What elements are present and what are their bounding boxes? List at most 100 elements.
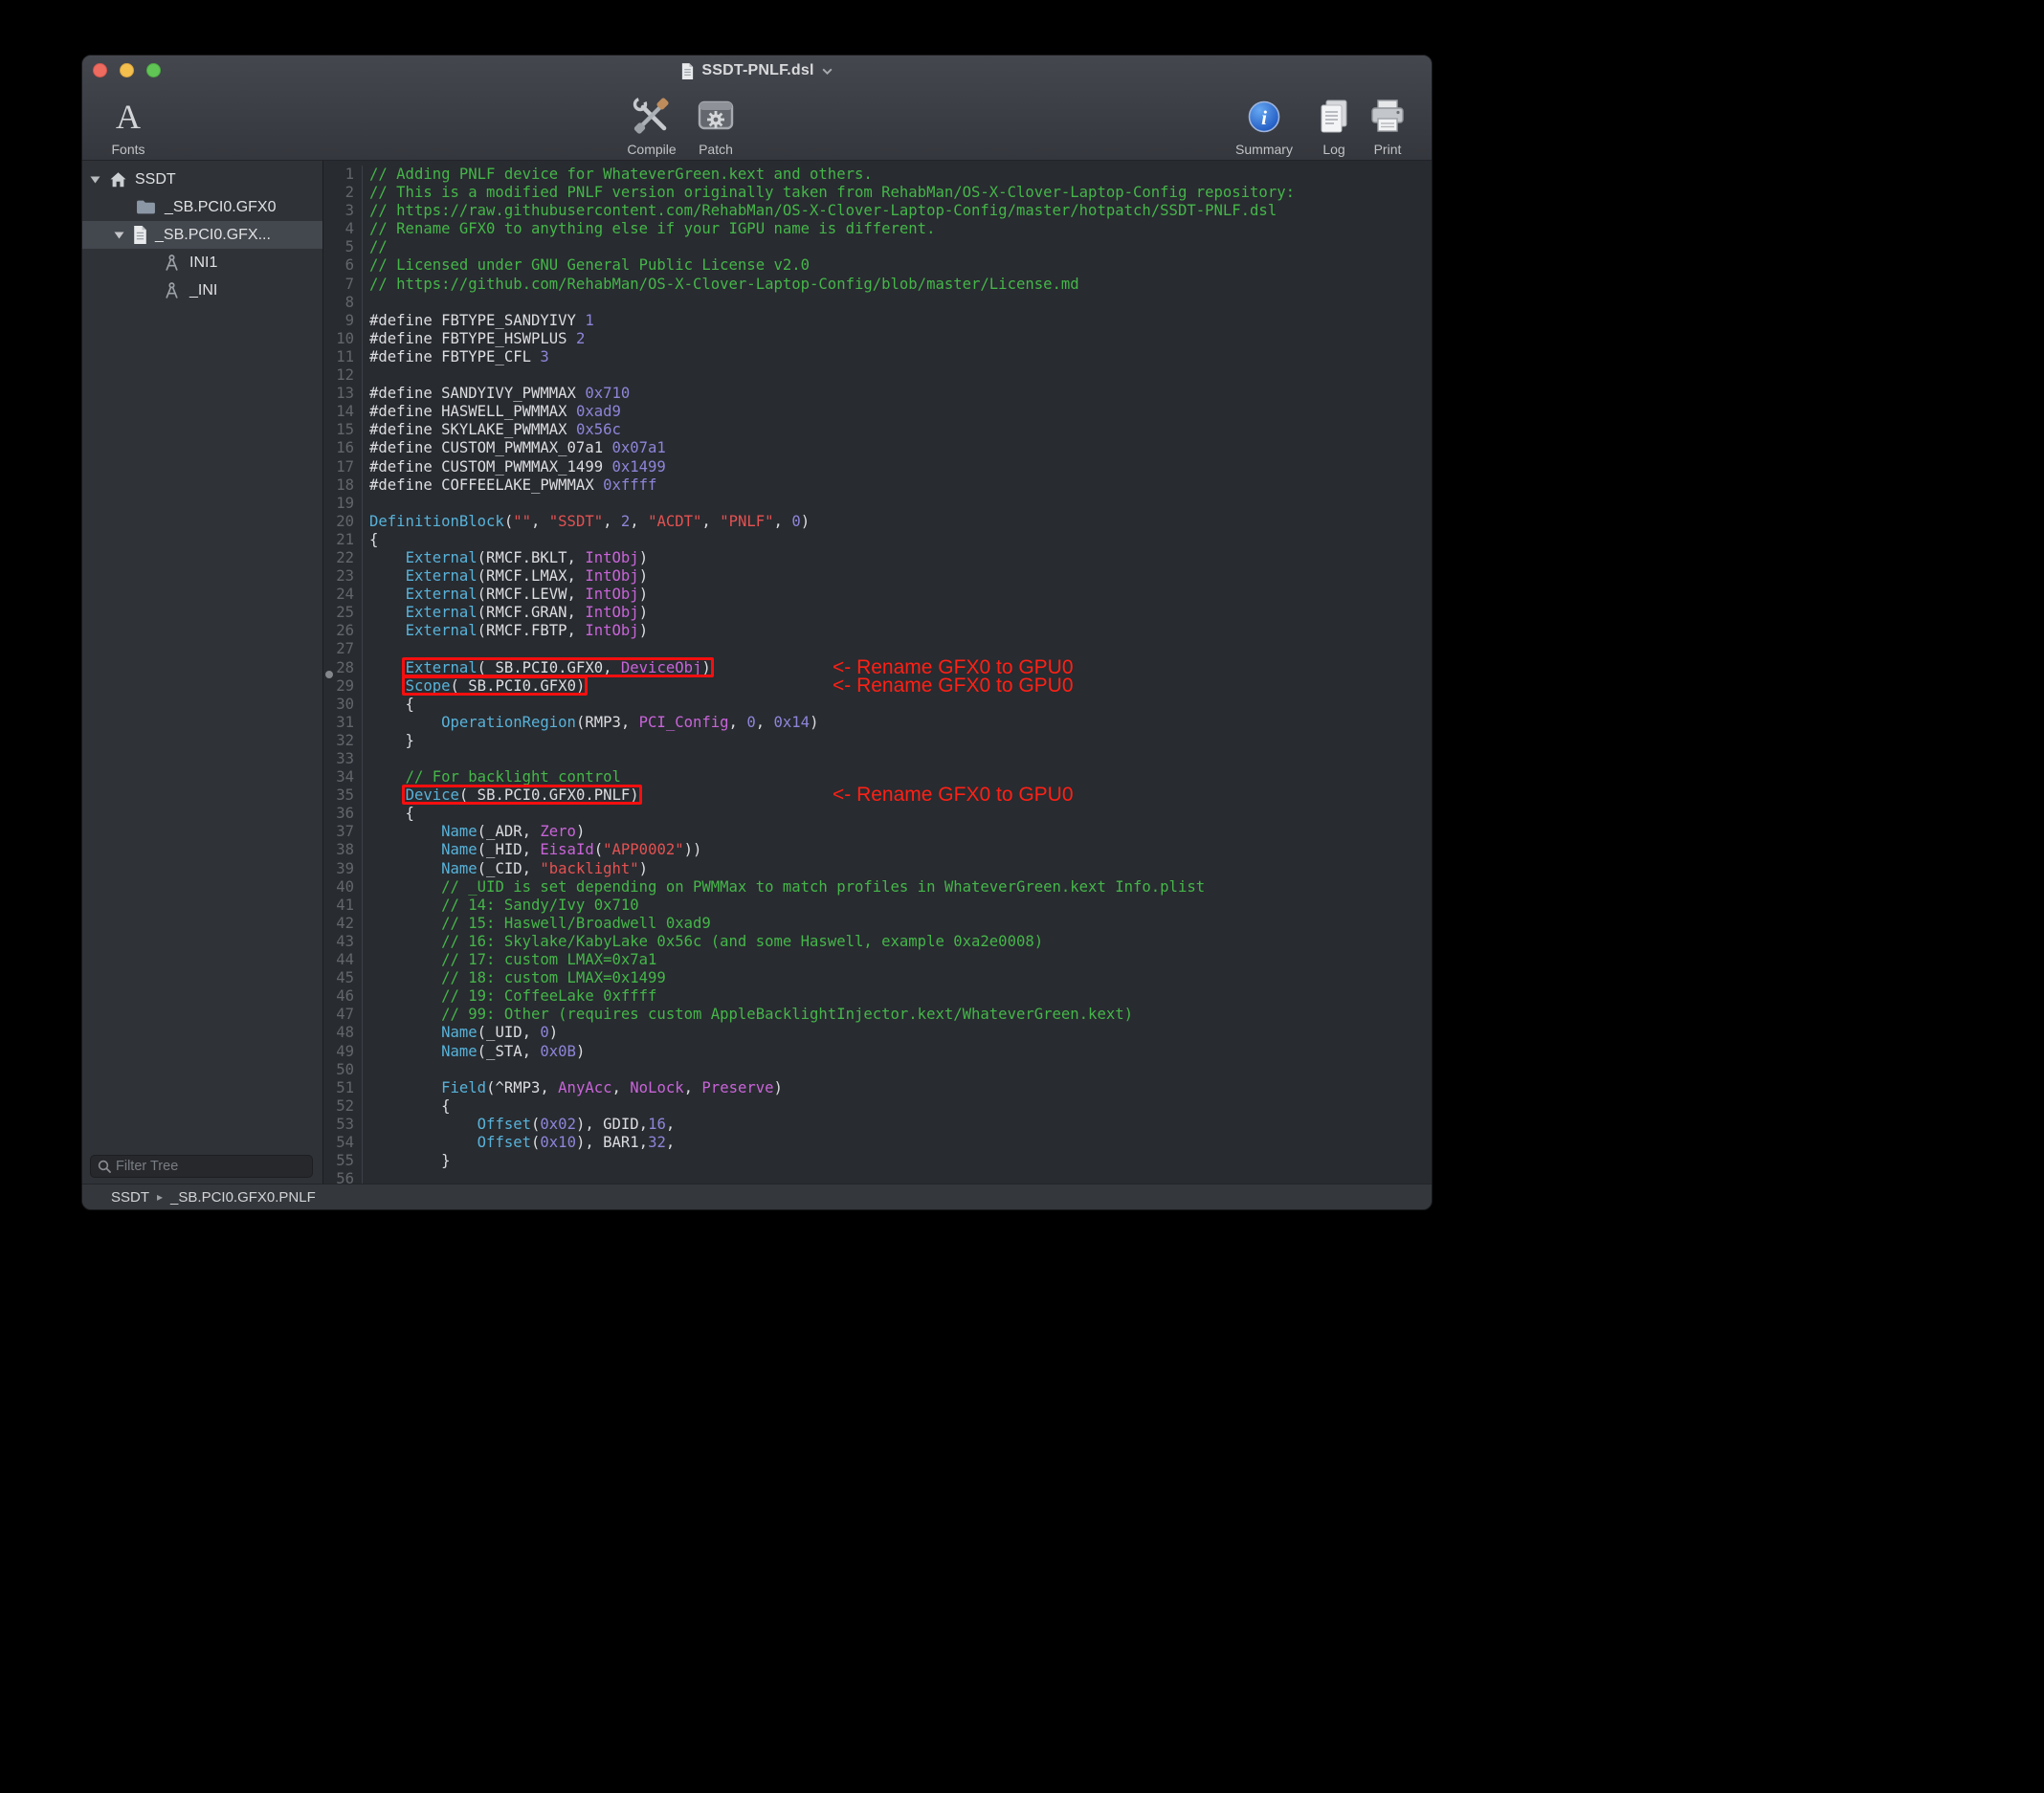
print-button[interactable]: Print (1363, 88, 1412, 157)
breadcrumb-leaf: _SB.PCI0.GFX0.PNLF (170, 1189, 316, 1206)
code-line[interactable]: 4// Rename GFX0 to anything else if your… (323, 220, 1432, 238)
search-icon (98, 1160, 111, 1173)
code-line[interactable]: 25 External(RMCF.GRAN, IntObj) (323, 604, 1432, 622)
disclosure-triangle-icon[interactable] (113, 229, 125, 241)
code-line[interactable]: 13#define SANDYIVY_PWMMAX 0x710 (323, 385, 1432, 403)
code-text (362, 750, 1432, 768)
svg-text:i: i (1261, 106, 1267, 129)
title-proxy[interactable]: SSDT-PNLF.dsl (82, 55, 1432, 86)
code-line[interactable]: 24 External(RMCF.LEVW, IntObj) (323, 586, 1432, 604)
code-line[interactable]: 52 { (323, 1097, 1432, 1116)
code-text: Name(_HID, EisaId("APP0002")) (362, 841, 1432, 859)
compile-button[interactable]: Compile (618, 88, 685, 157)
code-line[interactable]: 50 (323, 1061, 1432, 1079)
tree-item-gfx0-scope[interactable]: _SB.PCI0.GFX0 (82, 193, 322, 221)
code-line[interactable]: 10#define FBTYPE_HSWPLUS 2 (323, 330, 1432, 348)
breadcrumb-root: SSDT (111, 1189, 149, 1206)
code-line[interactable]: 36 { (323, 805, 1432, 823)
code-line[interactable]: 45 // 18: custom LMAX=0x1499 (323, 969, 1432, 987)
line-number: 27 (323, 640, 362, 658)
line-number: 43 (323, 933, 362, 951)
code-line[interactable]: 22 External(RMCF.BKLT, IntObj) (323, 549, 1432, 567)
code-line[interactable]: 17#define CUSTOM_PWMMAX_1499 0x1499 (323, 458, 1432, 476)
disclosure-triangle-icon[interactable] (89, 173, 101, 186)
code-line[interactable]: 21{ (323, 531, 1432, 549)
tree-item-label: _INI (189, 282, 217, 299)
code-line[interactable]: 1// Adding PNLF device for WhateverGreen… (323, 166, 1432, 184)
line-number: 37 (323, 823, 362, 841)
summary-button[interactable]: i Summary (1231, 88, 1298, 157)
code-line[interactable]: 54 Offset(0x10), BAR1,32, (323, 1134, 1432, 1152)
code-line[interactable]: 20DefinitionBlock("", "SSDT", 2, "ACDT",… (323, 513, 1432, 531)
code-line[interactable]: 41 // 14: Sandy/Ivy 0x710 (323, 896, 1432, 915)
code-line[interactable]: 43 // 16: Skylake/KabyLake 0x56c (and so… (323, 933, 1432, 951)
tree-item-label: INI1 (189, 255, 217, 272)
code-text: Offset(0x02), GDID,16, (362, 1116, 1432, 1134)
code-line[interactable]: 33 (323, 750, 1432, 768)
fonts-button[interactable]: A Fonts (98, 88, 159, 157)
tree-item-_ini[interactable]: _INI (82, 277, 322, 304)
code-line[interactable]: 29 Scope(_SB.PCI0.GFX0)<- Rename GFX0 to… (323, 677, 1432, 696)
code-line[interactable]: 40 // _UID is set depending on PWMMax to… (323, 878, 1432, 896)
code-line[interactable]: 48 Name(_UID, 0) (323, 1024, 1432, 1042)
editor-marker-dot (325, 671, 333, 678)
code-text: Field(^RMP3, AnyAcc, NoLock, Preserve) (362, 1079, 1432, 1097)
code-text: { (362, 696, 1432, 714)
patch-button[interactable]: Patch (687, 88, 744, 157)
line-number: 13 (323, 385, 362, 403)
code-line[interactable]: 47 // 99: Other (requires custom AppleBa… (323, 1006, 1432, 1024)
line-number: 8 (323, 294, 362, 312)
code-line[interactable]: 32 } (323, 732, 1432, 750)
code-line[interactable]: 8 (323, 294, 1432, 312)
code-line[interactable]: 53 Offset(0x02), GDID,16, (323, 1116, 1432, 1134)
code-line[interactable]: 55 } (323, 1152, 1432, 1170)
line-number: 48 (323, 1024, 362, 1042)
code-line[interactable]: 35 Device(_SB.PCI0.GFX0.PNLF)<- Rename G… (323, 786, 1432, 805)
code-line[interactable]: 51 Field(^RMP3, AnyAcc, NoLock, Preserve… (323, 1079, 1432, 1097)
line-number: 6 (323, 256, 362, 275)
code-line[interactable]: 18#define COFFEELAKE_PWMMAX 0xffff (323, 476, 1432, 495)
code-line[interactable]: 46 // 19: CoffeeLake 0xffff (323, 987, 1432, 1006)
code-line[interactable]: 26 External(RMCF.FBTP, IntObj) (323, 622, 1432, 640)
log-button[interactable]: Log (1313, 88, 1355, 157)
code-line[interactable]: 56 (323, 1170, 1432, 1184)
code-text: // Rename GFX0 to anything else if your … (362, 220, 1432, 238)
code-line[interactable]: 2// This is a modified PNLF version orig… (323, 184, 1432, 202)
code-line[interactable]: 16#define CUSTOM_PWMMAX_07a1 0x07a1 (323, 439, 1432, 457)
code-line[interactable]: 39 Name(_CID, "backlight") (323, 860, 1432, 878)
code-line[interactable]: 3// https://raw.githubusercontent.com/Re… (323, 202, 1432, 220)
code-line[interactable]: 44 // 17: custom LMAX=0x7a1 (323, 951, 1432, 969)
code-line[interactable]: 37 Name(_ADR, Zero) (323, 823, 1432, 841)
code-text: Name(_ADR, Zero) (362, 823, 1432, 841)
code-text: // 16: Skylake/KabyLake 0x56c (and some … (362, 933, 1432, 951)
code-line[interactable]: 31 OperationRegion(RMP3, PCI_Config, 0, … (323, 714, 1432, 732)
code-line[interactable]: 42 // 15: Haswell/Broadwell 0xad9 (323, 915, 1432, 933)
code-line[interactable]: 38 Name(_HID, EisaId("APP0002")) (323, 841, 1432, 859)
tree-item-gfx0-device[interactable]: _SB.PCI0.GFX... (82, 221, 322, 249)
line-number: 36 (323, 805, 362, 823)
code-line[interactable]: 49 Name(_STA, 0x0B) (323, 1043, 1432, 1061)
code-text: #define CUSTOM_PWMMAX_07a1 0x07a1 (362, 439, 1432, 457)
code-line[interactable]: 5// (323, 238, 1432, 256)
code-line[interactable]: 9#define FBTYPE_SANDYIVY 1 (323, 312, 1432, 330)
line-number: 4 (323, 220, 362, 238)
line-number: 55 (323, 1152, 362, 1170)
filter-tree-input[interactable] (116, 1159, 305, 1174)
code-line[interactable]: 23 External(RMCF.LMAX, IntObj) (323, 567, 1432, 586)
code-text: } (362, 732, 1432, 750)
code-line[interactable]: 19 (323, 495, 1432, 513)
code-line[interactable]: 11#define FBTYPE_CFL 3 (323, 348, 1432, 366)
tree-item-ssdt[interactable]: SSDT (82, 166, 322, 193)
code-line[interactable]: 6// Licensed under GNU General Public Li… (323, 256, 1432, 275)
code-line[interactable]: 12 (323, 366, 1432, 385)
tree-item-ini1[interactable]: INI1 (82, 249, 322, 277)
code-line[interactable]: 30 { (323, 696, 1432, 714)
code-line[interactable]: 14#define HASWELL_PWMMAX 0xad9 (323, 403, 1432, 421)
line-number: 49 (323, 1043, 362, 1061)
code-line[interactable]: 7// https://github.com/RehabMan/OS-X-Clo… (323, 276, 1432, 294)
code-line[interactable]: 15#define SKYLAKE_PWMMAX 0x56c (323, 421, 1432, 439)
code-text: // 14: Sandy/Ivy 0x710 (362, 896, 1432, 915)
filter-tree-field[interactable] (90, 1155, 313, 1178)
code-editor[interactable]: 1// Adding PNLF device for WhateverGreen… (323, 161, 1432, 1184)
line-number: 19 (323, 495, 362, 513)
